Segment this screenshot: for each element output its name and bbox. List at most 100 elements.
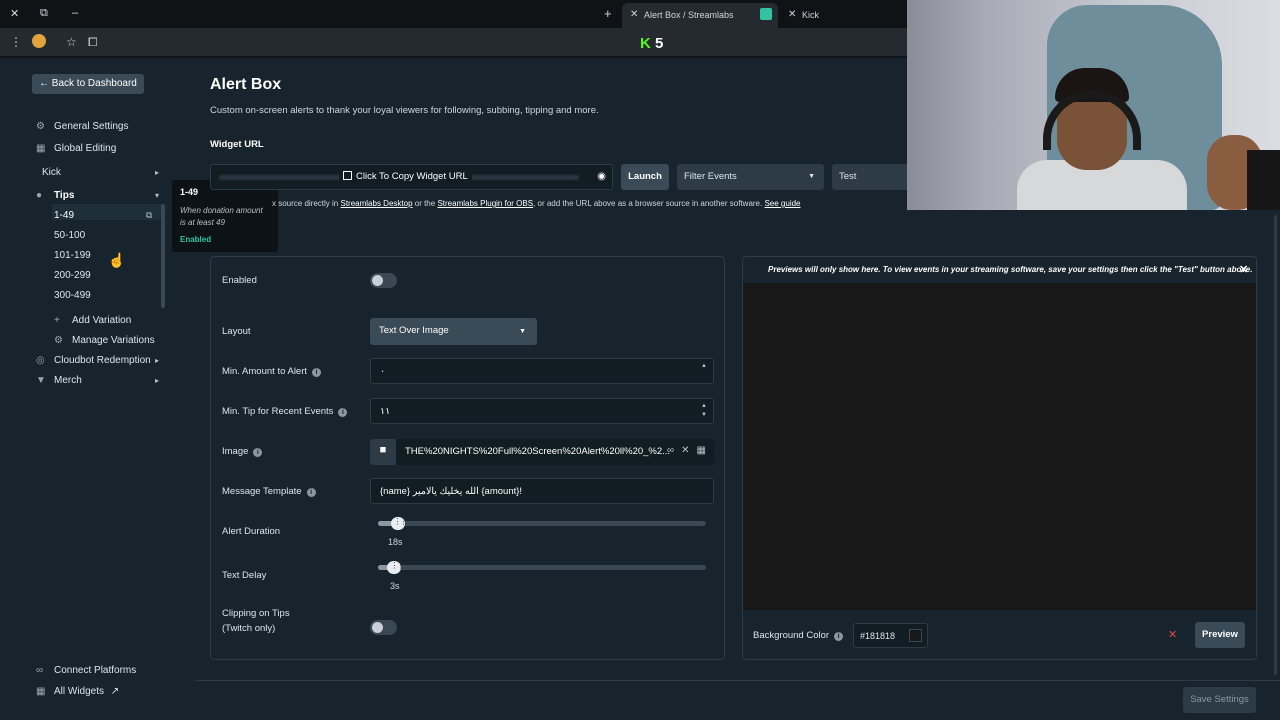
- webcam-mic: [1247, 150, 1280, 210]
- sidebar-item-general-settings[interactable]: ⚙ General Settings: [36, 121, 129, 132]
- sidebar-item-label: Merch: [54, 375, 82, 386]
- enabled-toggle[interactable]: [370, 273, 397, 288]
- back-label: Back to Dashboard: [51, 78, 137, 89]
- obs-plugin-link[interactable]: Streamlabs Plugin for OBS: [437, 199, 533, 208]
- manage-variations-button[interactable]: ⚙ Manage Variations: [54, 335, 155, 346]
- min-tip-label: Min. Tip for Recent Events i: [222, 406, 348, 417]
- close-tab-icon[interactable]: ✕: [630, 9, 638, 20]
- widget-url-label: Widget URL: [210, 139, 264, 150]
- variation-item[interactable]: 50-100: [54, 230, 85, 241]
- page-description: Custom on-screen alerts to thank your lo…: [210, 105, 599, 116]
- variation-item[interactable]: 300-499: [54, 290, 91, 301]
- info-icon[interactable]: i: [338, 408, 348, 417]
- tab-alert-box[interactable]: ✕ Alert Box / Streamlabs: [622, 3, 778, 28]
- info-icon[interactable]: i: [312, 368, 322, 377]
- close-icon[interactable]: ✕: [681, 445, 689, 456]
- streamlabs-desktop-link[interactable]: Streamlabs Desktop: [340, 199, 412, 208]
- variation-item[interactable]: 1-49: [54, 210, 74, 221]
- mute-icon[interactable]: ✕: [1168, 628, 1177, 641]
- link-icon[interactable]: ∞: [667, 445, 674, 456]
- min-amount-input[interactable]: ٠ ▲: [370, 358, 714, 384]
- eye-icon[interactable]: ◉: [597, 171, 606, 182]
- caret-down-icon: ▼: [519, 328, 526, 335]
- info-icon[interactable]: i: [834, 632, 844, 641]
- preview-canvas: [743, 283, 1256, 610]
- clipping-sub-text: (Twitch only): [222, 623, 276, 634]
- chevron-right-icon[interactable]: ▸: [155, 376, 159, 385]
- copy-icon[interactable]: ⧉: [146, 210, 152, 221]
- back-to-dashboard-button[interactable]: ← Back to Dashboard: [32, 74, 144, 94]
- footer-divider: [195, 680, 1280, 681]
- text-delay-slider[interactable]: [378, 561, 706, 574]
- min-amount-value: ٠: [380, 366, 386, 377]
- info-icon[interactable]: i: [253, 448, 263, 457]
- min-tip-input[interactable]: ١١ ▲ ▼: [370, 398, 714, 424]
- sidebar-item-label: General Settings: [54, 121, 129, 132]
- arrow-left-icon: ←: [39, 78, 49, 89]
- slider-handle[interactable]: [390, 517, 406, 530]
- sidebar-item-all-widgets[interactable]: ▦ All Widgets ↗: [36, 686, 119, 697]
- close-window-icon[interactable]: ✕: [10, 7, 19, 20]
- variation-tooltip: 1-49 When donation amount is at least 49…: [172, 180, 278, 252]
- sidebar-item-label: Kick: [42, 167, 61, 178]
- chevron-down-icon[interactable]: ▾: [155, 191, 159, 200]
- variation-item[interactable]: 200-299: [54, 270, 91, 281]
- stepper-icon[interactable]: ▲ ▼: [701, 402, 707, 420]
- widget-url-field[interactable]: Click To Copy Widget URL ◉: [210, 164, 613, 190]
- sidebar-item-merch[interactable]: ▼ Merch: [36, 375, 82, 386]
- profile-avatar[interactable]: [32, 34, 46, 48]
- background-color-input[interactable]: #181818: [853, 623, 928, 648]
- restore-window-icon[interactable]: ⧉: [40, 7, 48, 20]
- sidebar-item-global-editing[interactable]: ▦ Global Editing: [36, 143, 116, 154]
- new-tab-button[interactable]: +: [604, 6, 612, 21]
- chevron-right-icon[interactable]: ▸: [155, 356, 159, 365]
- hint-text: x source directly in: [272, 199, 339, 208]
- layout-value: Text Over Image: [379, 325, 449, 336]
- save-settings-button[interactable]: Save Settings: [1183, 687, 1256, 713]
- stepper-icon[interactable]: ▲: [701, 362, 707, 371]
- copy-url-label: Click To Copy Widget URL: [356, 171, 468, 182]
- clipping-toggle[interactable]: [370, 620, 397, 635]
- layout-select[interactable]: Text Over Image ▼: [370, 318, 537, 345]
- chevron-right-icon[interactable]: ▸: [155, 168, 159, 177]
- minimize-window-icon[interactable]: –: [72, 7, 78, 19]
- page-scrollbar[interactable]: [1274, 215, 1277, 675]
- tooltip-status: Enabled: [180, 235, 212, 244]
- tab-kick[interactable]: ✕ Kick: [780, 3, 900, 28]
- filter-events-select[interactable]: Filter Events ▼: [677, 164, 824, 190]
- clipping-label-text: Clipping on Tips: [222, 608, 290, 619]
- close-icon[interactable]: ✕: [1239, 263, 1248, 276]
- sidebar-item-kick[interactable]: Kick: [42, 167, 61, 178]
- sidebar-item-cloudbot[interactable]: ◎ Cloudbot Redemption: [36, 355, 151, 366]
- star-icon[interactable]: ☆: [66, 35, 77, 49]
- plus-icon: +: [54, 315, 60, 326]
- test-select[interactable]: Test: [832, 164, 912, 190]
- see-guide-link[interactable]: See guide: [764, 199, 800, 208]
- close-tab-icon[interactable]: ✕: [788, 9, 796, 20]
- message-template-value: {name} الله يخليك يالامير {amount}!: [380, 486, 523, 497]
- coins-icon: ●: [36, 190, 43, 201]
- add-variation-button[interactable]: + Add Variation: [54, 315, 131, 326]
- color-swatch[interactable]: [909, 629, 922, 642]
- mouse-cursor-icon: ☝: [108, 252, 126, 268]
- message-template-input[interactable]: {name} الله يخليك يالامير {amount}!: [370, 478, 714, 504]
- image-field[interactable]: ■ THE%20NIGHTS%20Full%20Screen%20Alert%2…: [370, 439, 714, 465]
- sidebar-item-tips[interactable]: ● Tips: [36, 190, 74, 201]
- sidebar-item-label: Connect Platforms: [54, 665, 137, 676]
- copy-icon: [343, 171, 352, 180]
- variation-item[interactable]: 101-199: [54, 250, 91, 261]
- launch-button[interactable]: Launch: [621, 164, 669, 190]
- info-icon[interactable]: i: [306, 488, 316, 497]
- menu-dots-icon[interactable]: ⋮: [10, 35, 22, 49]
- sidebar-item-connect-platforms[interactable]: ∞ Connect Platforms: [36, 665, 136, 676]
- image-label: Image i: [222, 446, 263, 457]
- layout-label: Layout: [222, 326, 251, 337]
- video-camera-icon[interactable]: ■: [370, 439, 396, 465]
- preview-button[interactable]: Preview: [1195, 622, 1245, 648]
- extension-icon[interactable]: ⧠: [88, 35, 98, 50]
- image-label-text: Image: [222, 446, 249, 457]
- gallery-icon[interactable]: ▦: [697, 445, 706, 456]
- alert-duration-slider[interactable]: [378, 517, 706, 530]
- copy-url-button[interactable]: Click To Copy Widget URL: [339, 171, 472, 182]
- variations-scrollbar[interactable]: [161, 204, 165, 308]
